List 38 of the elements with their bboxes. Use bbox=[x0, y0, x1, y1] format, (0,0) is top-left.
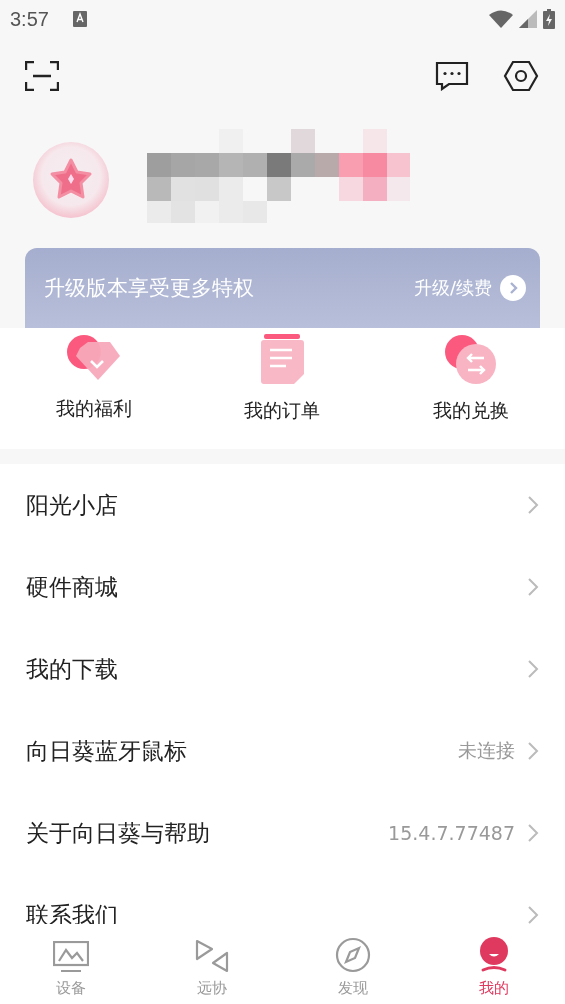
menu-value: 15.4.7.77487 bbox=[388, 822, 515, 844]
shortcut-label[interactable]: 我的订单 bbox=[244, 398, 321, 424]
nav-tab[interactable]: 我的 bbox=[423, 924, 565, 1004]
menu-item[interactable]: 我的下载 bbox=[0, 628, 565, 710]
chevron-circle-icon[interactable] bbox=[500, 275, 526, 301]
chevron-right-icon bbox=[527, 577, 539, 597]
chevron-right-icon bbox=[527, 659, 539, 679]
menu-value: 未连接 bbox=[458, 738, 515, 763]
wifi-icon bbox=[489, 10, 513, 28]
menu-label: 向日葵蓝牙鼠标 bbox=[26, 736, 187, 766]
shortcut-label[interactable]: 我的兑换 bbox=[432, 398, 509, 424]
menu-item[interactable]: 向日葵蓝牙鼠标 未连接 bbox=[0, 710, 565, 792]
menu-label: 阳光小店 bbox=[26, 490, 118, 520]
chevron-right-icon bbox=[527, 823, 539, 843]
keyboard-icon bbox=[72, 11, 87, 27]
battery-icon bbox=[543, 9, 555, 29]
menu-label: 我的下载 bbox=[26, 654, 118, 684]
triangles-icon bbox=[194, 939, 229, 973]
compass-icon bbox=[335, 937, 372, 973]
signal-icon bbox=[519, 10, 537, 28]
menu-label: 关于向日葵与帮助 bbox=[26, 818, 210, 848]
settings-icon[interactable] bbox=[503, 60, 539, 92]
menu-item[interactable]: 硬件商城 bbox=[0, 546, 565, 628]
avatar-icon[interactable] bbox=[32, 141, 110, 219]
menu-item[interactable]: 关于向日葵与帮助 15.4.7.77487 bbox=[0, 792, 565, 874]
banner-text: 升级版本享受更多特权 bbox=[44, 275, 254, 302]
menu-item[interactable]: 阳光小店 bbox=[0, 464, 565, 546]
status-time: 3:57 bbox=[10, 7, 49, 31]
shortcut-label[interactable]: 我的福利 bbox=[56, 396, 133, 422]
user-icon bbox=[478, 937, 511, 973]
menu-label: 硬件商城 bbox=[26, 572, 118, 602]
scan-icon[interactable] bbox=[25, 61, 59, 91]
exchange-icon[interactable] bbox=[443, 334, 498, 386]
chevron-right-icon bbox=[527, 495, 539, 515]
message-icon[interactable] bbox=[435, 61, 469, 91]
monitor-icon bbox=[52, 941, 89, 973]
chevron-right-icon bbox=[527, 741, 539, 761]
chevron-right-icon bbox=[527, 905, 539, 925]
